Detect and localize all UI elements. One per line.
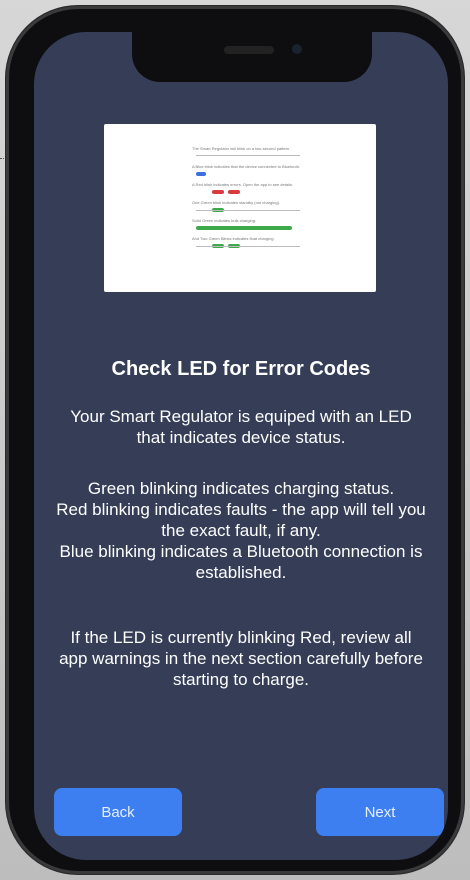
- led-status-info: Green blinking indicates charging status…: [56, 479, 426, 582]
- illustration-row-text: A Blue blink indicates that the device c…: [192, 164, 301, 169]
- warning-text: If the LED is currently blinking Red, re…: [59, 628, 423, 689]
- illustration-row-text: One Green blink indicates standby (not c…: [192, 200, 281, 205]
- illustration-divider: [196, 210, 300, 211]
- illustration-row-text: The Smart Regulator will blink on a two-…: [192, 146, 291, 151]
- intro-text: Your Smart Regulator is equiped with an …: [70, 407, 412, 447]
- next-button[interactable]: Next: [316, 788, 444, 836]
- illustration-row: One Green blink indicates standby (not c…: [192, 200, 312, 205]
- red-led-pill: [228, 190, 240, 194]
- page-title: Check LED for Error Codes: [111, 358, 371, 380]
- green-led-solid-bar: [196, 226, 292, 230]
- back-button[interactable]: Back: [54, 788, 182, 836]
- illustration-divider: [196, 246, 300, 247]
- red-led-pill: [212, 190, 224, 194]
- illustration-row: The Smart Regulator will blink on a two-…: [192, 146, 312, 151]
- speaker-icon: [224, 46, 274, 54]
- illustration-row-text: A Red blink indicates errors. Open the a…: [192, 182, 293, 187]
- led-pattern-illustration: The Smart Regulator will blink on a two-…: [104, 124, 376, 292]
- blue-led-pill: [196, 172, 206, 176]
- phone-frame: The Smart Regulator will blink on a two-…: [6, 6, 464, 874]
- page: The Smart Regulator will blink on a two-…: [0, 0, 470, 880]
- illustration-row: And Two Green Blinks indicates float cha…: [192, 236, 312, 241]
- app-screen: The Smart Regulator will blink on a two-…: [34, 32, 448, 860]
- illustration-row-text: And Two Green Blinks indicates float cha…: [192, 236, 275, 241]
- phone-notch: [132, 32, 372, 82]
- illustration-row: A Red blink indicates errors. Open the a…: [192, 182, 312, 187]
- camera-icon: [292, 44, 302, 54]
- illustration-row-text: Solid Green indicates bulk charging.: [192, 218, 257, 223]
- illustration-divider: [196, 155, 300, 156]
- illustration-row: A Blue blink indicates that the device c…: [192, 164, 312, 169]
- illustration-row: Solid Green indicates bulk charging.: [192, 218, 312, 223]
